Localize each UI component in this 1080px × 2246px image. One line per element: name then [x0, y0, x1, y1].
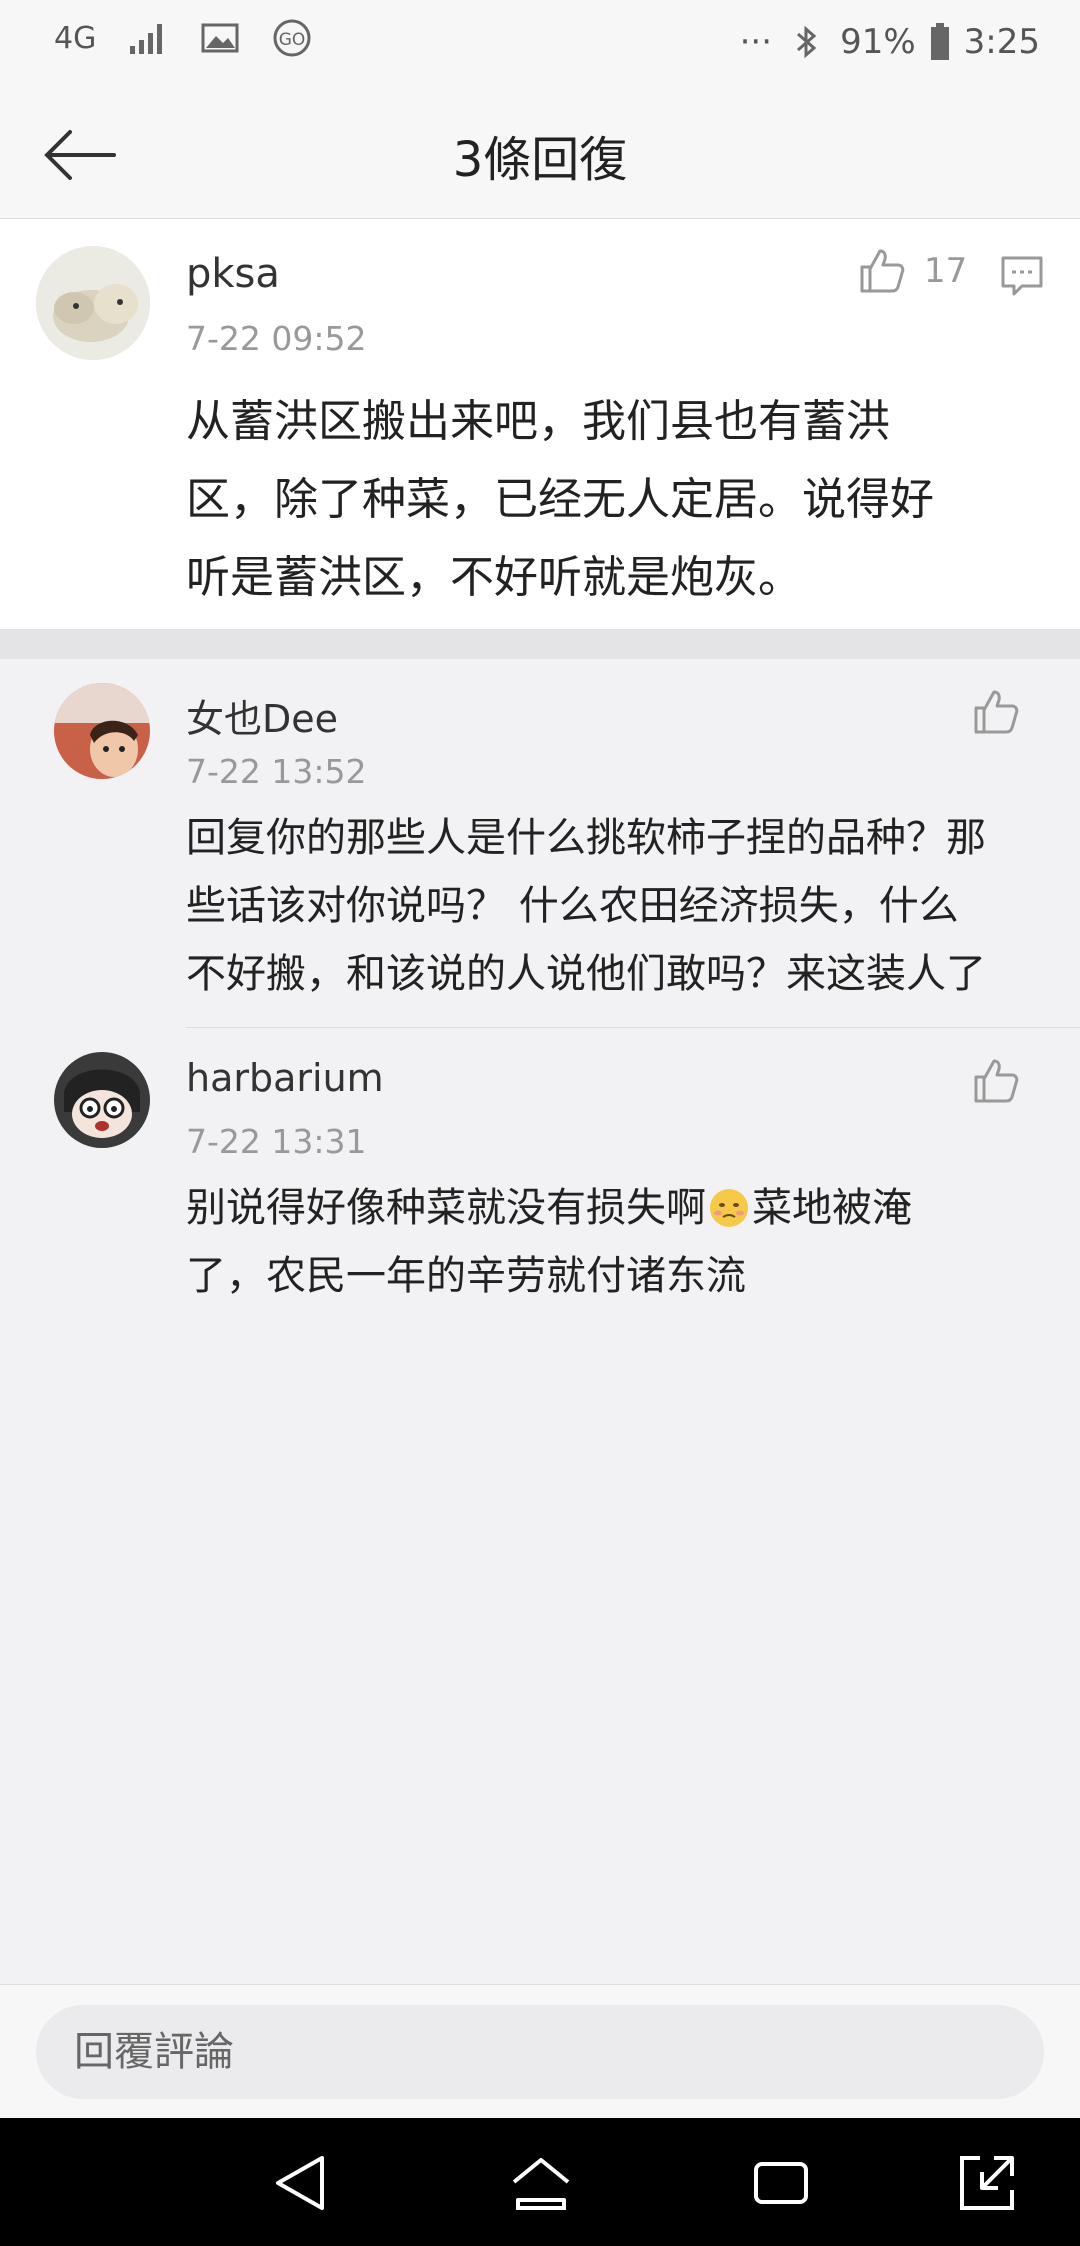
back-triangle-icon[interactable] — [266, 2148, 336, 2218]
comment-line: 区，除了种菜，已经无人定居。说得好 — [186, 474, 934, 525]
like-button[interactable]: 17 — [858, 247, 967, 295]
signal-icon — [130, 24, 163, 54]
thumbs-up-icon[interactable] — [972, 1057, 1020, 1105]
username[interactable]: harbarium — [186, 1056, 384, 1100]
overflow-dots: ··· — [739, 22, 773, 62]
username[interactable]: 女也Dee — [186, 688, 338, 743]
go-icon: GO — [273, 19, 311, 57]
thumbs-up-icon[interactable] — [972, 688, 1020, 736]
status-bar: 4G GO ··· 91% 3:25 — [0, 0, 1080, 90]
reply-text: 回复你的那些人是什么挑软柿子捏的品种？那 些话该对你说吗？ 什么农田经济损失，什… — [186, 804, 1066, 1008]
reply-line: 别说得好像种菜就没有损失啊 菜地被淹 — [186, 1174, 1066, 1242]
comment-line: 从蓄洪区搬出来吧，我们县也有蓄洪 — [186, 396, 890, 447]
reply-divider — [186, 1027, 1080, 1028]
thumbs-up-icon — [860, 249, 905, 293]
reply-line: 了，农民一年的辛劳就付诸东流 — [186, 1253, 746, 1299]
timestamp: 7-22 13:52 — [186, 752, 367, 791]
comment-line: 听是蓄洪区，不好听就是炮灰。 — [186, 552, 802, 603]
timestamp: 7-22 13:31 — [186, 1122, 367, 1161]
reply-line-start: 别说得好像种菜就没有损失啊 — [186, 1185, 706, 1231]
main-comment: pksa 7-22 09:52 17 从蓄洪区搬出来吧，我们县也有蓄洪 区，除了… — [0, 219, 1080, 629]
emoji-icon — [710, 1189, 748, 1227]
expand-icon[interactable] — [952, 2148, 1022, 2218]
avatar[interactable] — [36, 246, 150, 360]
bluetooth-icon — [797, 25, 817, 59]
reply-input[interactable] — [36, 2005, 1044, 2099]
network-type: 4G — [54, 20, 97, 56]
avatar[interactable] — [54, 1052, 150, 1148]
username[interactable]: pksa — [186, 251, 280, 297]
home-icon[interactable] — [506, 2148, 576, 2218]
image-icon — [201, 23, 239, 53]
page-title: 3條回復 — [452, 132, 628, 188]
reply-line: 回复你的那些人是什么挑软柿子捏的品种？那 — [186, 815, 986, 861]
reply-bar — [0, 1984, 1080, 2119]
reply-line-end: 菜地被淹 — [752, 1185, 912, 1231]
battery-percent: 91% — [840, 22, 916, 62]
reply-line: 些话该对你说吗？ 什么农田经济损失，什么 — [186, 883, 959, 929]
comment-icon[interactable] — [1000, 255, 1044, 297]
comment-text: 从蓄洪区搬出来吧，我们县也有蓄洪 区，除了种菜，已经无人定居。说得好 听是蓄洪区… — [186, 383, 1046, 617]
clock: 3:25 — [963, 22, 1040, 62]
like-count: 17 — [924, 251, 968, 291]
reply-text: 别说得好像种菜就没有损失啊 菜地被淹 了，农民一年的辛劳就付诸东流 — [186, 1174, 1066, 1310]
timestamp: 7-22 09:52 — [186, 319, 367, 358]
reply-line: 不好搬，和该说的人说他们敢吗？来这装人了 — [186, 951, 986, 997]
svg-text:GO: GO — [279, 30, 306, 50]
avatar[interactable] — [54, 683, 150, 779]
header: 3條回復 — [0, 90, 1080, 219]
section-divider — [0, 629, 1080, 659]
battery-icon — [930, 23, 949, 60]
recents-icon[interactable] — [746, 2148, 816, 2218]
navigation-bar — [0, 2118, 1080, 2246]
